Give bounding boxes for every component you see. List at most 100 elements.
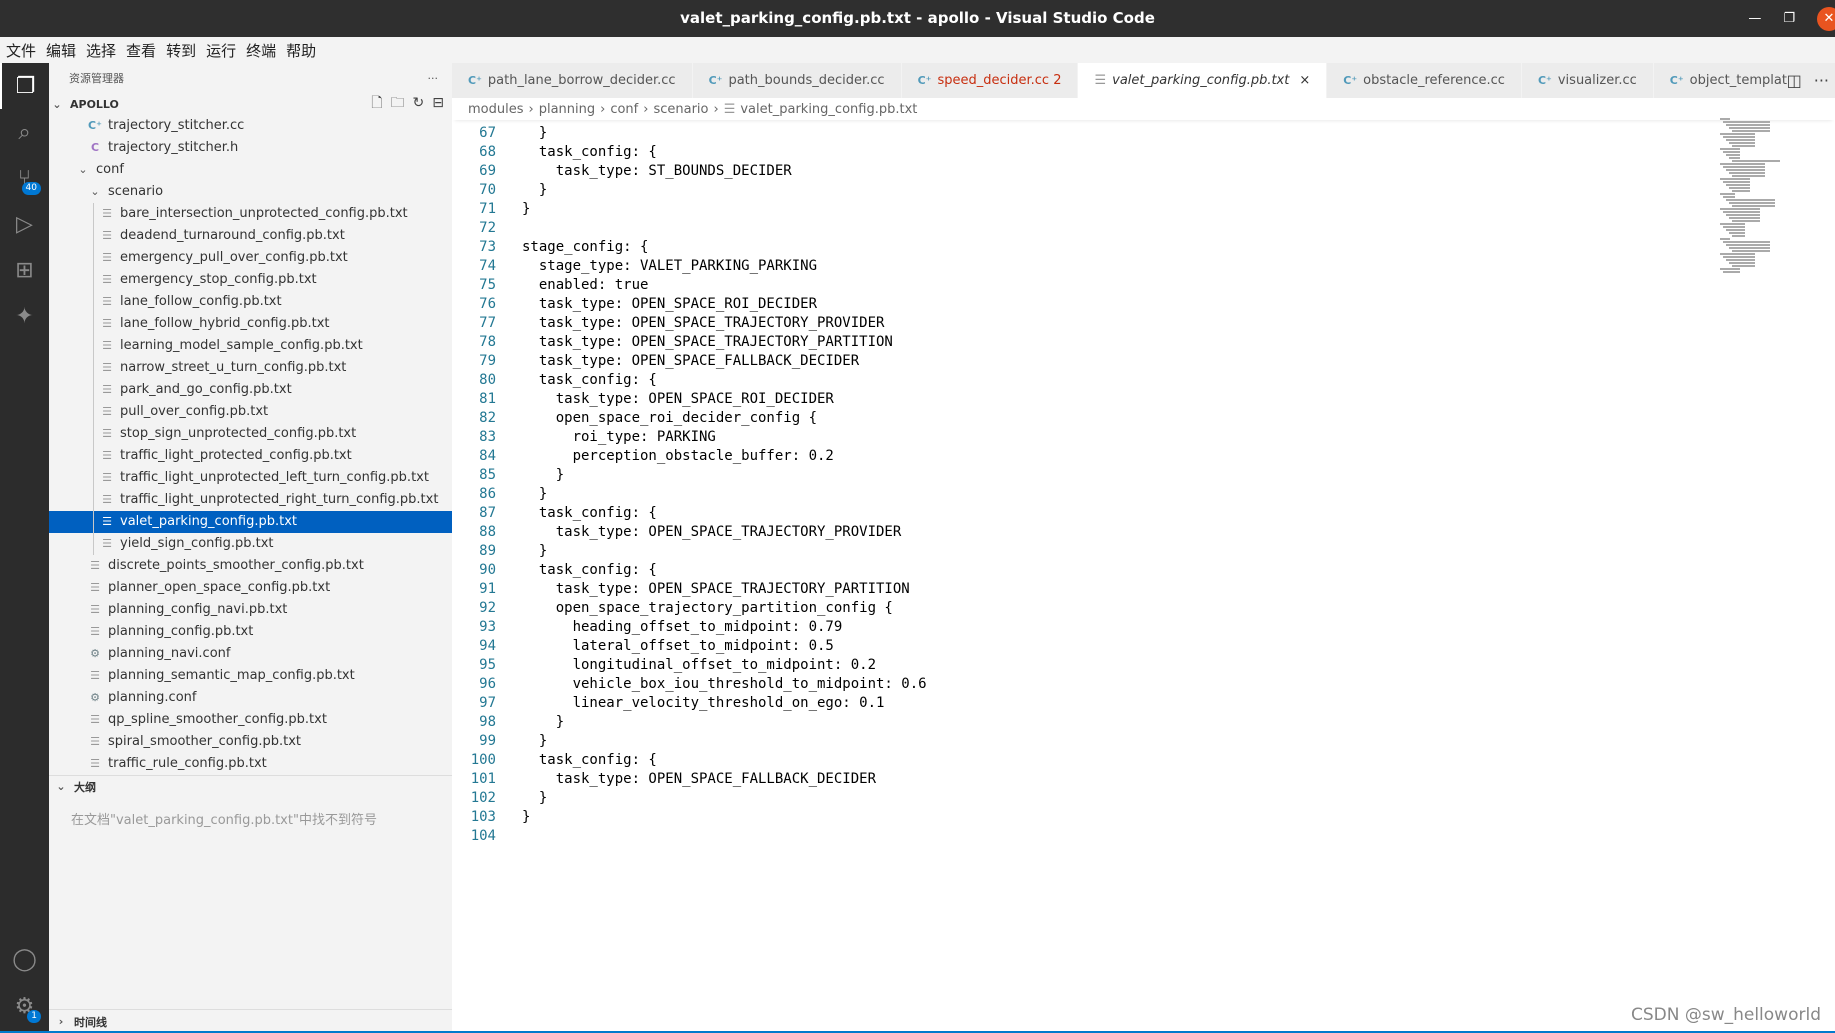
tree-item[interactable]: C⁺ trajectory_stitcher.cc bbox=[49, 115, 452, 137]
code-editor[interactable]: 67 } 68 task_config: {69 task_type: ST_BO… bbox=[452, 124, 1712, 846]
line-number: 84 bbox=[479, 448, 496, 464]
menu-item[interactable]: 终端 bbox=[246, 40, 276, 61]
tree-item[interactable]: ⌄ conf bbox=[49, 159, 452, 181]
tree-item[interactable]: ⚙ planning_navi.conf bbox=[49, 643, 452, 665]
more-actions-button[interactable]: ··· bbox=[1814, 71, 1829, 90]
menu-item[interactable]: 文件 bbox=[6, 40, 36, 61]
breadcrumb-item[interactable]: modules bbox=[468, 102, 524, 117]
extensions-icon[interactable]: ⊞ bbox=[0, 247, 49, 293]
tab-obstacle-reference-cc[interactable]: C⁺ obstacle_reference.cc bbox=[1327, 63, 1522, 98]
menu-item[interactable]: 编辑 bbox=[46, 40, 76, 61]
tree-item[interactable]: ☰ traffic_light_protected_config.pb.txt bbox=[49, 445, 452, 467]
tree-item[interactable]: ☰ discrete_points_smoother_config.pb.txt bbox=[49, 555, 452, 577]
code-text: open_space_roi_decider_config { bbox=[522, 410, 818, 426]
python-icon[interactable]: ✦ bbox=[0, 293, 49, 339]
tab-valet-parking-config-pb-txt[interactable]: ☰ valet_parking_config.pb.txt × bbox=[1078, 63, 1328, 98]
explorer-icon[interactable]: ❐ bbox=[0, 63, 49, 109]
tree-item[interactable]: Ctrajectory_stitcher.h bbox=[49, 137, 452, 159]
tree-item[interactable]: ☰ lane_follow_config.pb.txt bbox=[49, 291, 452, 313]
search-icon[interactable]: ⌕ bbox=[0, 109, 49, 155]
line-number: 94 bbox=[479, 638, 496, 654]
timeline-header[interactable]: › 时间线 bbox=[49, 1009, 452, 1033]
split-editor-icon[interactable]: ◫ bbox=[1787, 71, 1802, 90]
restore-button[interactable]: ❐ bbox=[1783, 0, 1795, 37]
minimap[interactable] bbox=[1720, 118, 1780, 328]
menu-item[interactable]: 选择 bbox=[86, 40, 116, 61]
tree-item[interactable]: ☰ spiral_smoother_config.pb.txt bbox=[49, 731, 452, 753]
code-text: stage_type: VALET_PARKING_PARKING bbox=[522, 258, 818, 274]
tree-item[interactable]: ☰ emergency_stop_config.pb.txt bbox=[49, 269, 452, 291]
tree-item[interactable]: ☰ narrow_street_u_turn_config.pb.txt bbox=[49, 357, 452, 379]
source-control-icon[interactable]: ⑂ 40 bbox=[0, 155, 49, 201]
tree-item[interactable]: ☰ lane_follow_hybrid_config.pb.txt bbox=[49, 313, 452, 335]
tree-item-label: pull_over_config.pb.txt bbox=[120, 404, 269, 419]
tree-item[interactable]: ☰ traffic_light_unprotected_right_turn_co… bbox=[49, 489, 452, 511]
code-line: 99 } bbox=[452, 732, 1712, 751]
tree-item[interactable]: ☰ park_and_go_config.pb.txt bbox=[49, 379, 452, 401]
breadcrumb-item[interactable]: scenario bbox=[653, 102, 708, 117]
run-debug-icon[interactable]: ▷ bbox=[0, 201, 49, 247]
watermark: CSDN @sw_helloworld bbox=[1630, 1005, 1821, 1025]
menu-item[interactable]: 转到 bbox=[166, 40, 196, 61]
indent-guide bbox=[93, 401, 94, 423]
settings-badge: 1 bbox=[27, 1010, 41, 1023]
more-actions-button[interactable]: ··· bbox=[428, 72, 439, 85]
breadcrumb-item[interactable]: conf bbox=[610, 102, 638, 117]
tree-item-label: planning_config_navi.pb.txt bbox=[108, 602, 288, 617]
tree-item[interactable]: ☰ yield_sign_config.pb.txt bbox=[49, 533, 452, 555]
code-line: 83 roi_type: PARKING bbox=[452, 428, 1712, 447]
indent-guide bbox=[93, 445, 94, 467]
line-number: 75 bbox=[479, 277, 496, 293]
code-line: 81 task_type: OPEN_SPACE_ROI_DECIDER bbox=[452, 390, 1712, 409]
tree-item[interactable]: ⚙ planning.conf bbox=[49, 687, 452, 709]
minimize-button[interactable]: — bbox=[1748, 0, 1761, 37]
tree-item[interactable]: ☰ valet_parking_config.pb.txt bbox=[49, 511, 452, 533]
tab-path-bounds-decider-cc[interactable]: C⁺ path_bounds_decider.cc bbox=[692, 63, 902, 98]
minimap-line bbox=[1720, 238, 1730, 240]
tab-visualizer-cc[interactable]: C⁺ visualizer.cc bbox=[1521, 63, 1654, 98]
menu-item[interactable]: 帮助 bbox=[286, 40, 316, 61]
tree-item[interactable]: ☰ qp_spline_smoother_config.pb.txt bbox=[49, 709, 452, 731]
tree-item[interactable]: ⌄ scenario bbox=[49, 181, 452, 203]
tree-item[interactable]: ☰ planner_open_space_config.pb.txt bbox=[49, 577, 452, 599]
breadcrumb-item[interactable]: valet_parking_config.pb.txt bbox=[740, 102, 917, 117]
tree-item[interactable]: ☰ stop_sign_unprotected_config.pb.txt bbox=[49, 423, 452, 445]
minimap-line bbox=[1720, 223, 1745, 225]
breadcrumb-item[interactable]: planning bbox=[539, 102, 595, 117]
minimap-line bbox=[1726, 229, 1745, 231]
account-icon[interactable]: ◯ bbox=[0, 936, 49, 982]
tree-item[interactable]: ☰ deadend_turnaround_config.pb.txt bbox=[49, 225, 452, 247]
line-number: 69 bbox=[479, 163, 496, 179]
tree-item[interactable]: ☰ planning_semantic_map_config.pb.txt bbox=[49, 665, 452, 687]
close-window-button[interactable]: ✕ bbox=[1817, 6, 1835, 31]
tree-item[interactable]: ☰ planning_config.pb.txt bbox=[49, 621, 452, 643]
tree-item[interactable]: ☰ planning_config_navi.pb.txt bbox=[49, 599, 452, 621]
text-file-icon: ☰ bbox=[90, 559, 100, 572]
outline-header[interactable]: ⌄ 大纲 bbox=[49, 775, 452, 797]
code-text: task_type: OPEN_SPACE_TRAJECTORY_PARTITI… bbox=[522, 581, 910, 597]
code-text: } bbox=[522, 543, 548, 559]
new-file-icon[interactable]: 🗋 bbox=[371, 95, 382, 111]
text-file-icon: ☰ bbox=[102, 251, 112, 264]
menu-item[interactable]: 查看 bbox=[126, 40, 156, 61]
tree-item[interactable]: ☰ learning_model_sample_config.pb.txt bbox=[49, 335, 452, 357]
tree-item[interactable]: ☰ pull_over_config.pb.txt bbox=[49, 401, 452, 423]
tab-path-lane-borrow-decider-cc[interactable]: C⁺ path_lane_borrow_decider.cc bbox=[452, 63, 693, 98]
tree-item-label: bare_intersection_unprotected_config.pb.… bbox=[120, 206, 408, 221]
new-folder-icon[interactable]: 🗀 bbox=[391, 95, 405, 111]
tree-item[interactable]: ☰ traffic_light_unprotected_left_turn_con… bbox=[49, 467, 452, 489]
tree-item[interactable]: ☰ emergency_pull_over_config.pb.txt bbox=[49, 247, 452, 269]
line-number: 87 bbox=[479, 505, 496, 521]
tab-label: obstacle_reference.cc bbox=[1363, 73, 1505, 88]
minimap-line bbox=[1720, 133, 1755, 135]
menu-item[interactable]: 运行 bbox=[206, 40, 236, 61]
tree-item[interactable]: ☰ traffic_rule_config.pb.txt bbox=[49, 753, 452, 775]
tab-speed-decider-cc-2[interactable]: C⁺ speed_decider.cc 2 bbox=[901, 63, 1079, 98]
project-header[interactable]: ⌄ APOLLO 🗋 🗀 ↻ ⊟ bbox=[49, 93, 452, 115]
minimap-line bbox=[1720, 178, 1750, 180]
collapse-all-icon[interactable]: ⊟ bbox=[432, 95, 444, 111]
close-tab-icon[interactable]: × bbox=[1299, 73, 1310, 88]
settings-gear-icon[interactable]: ⚙ 1 bbox=[0, 983, 49, 1029]
refresh-icon[interactable]: ↻ bbox=[413, 95, 425, 111]
tree-item[interactable]: ☰ bare_intersection_unprotected_config.pb… bbox=[49, 203, 452, 225]
